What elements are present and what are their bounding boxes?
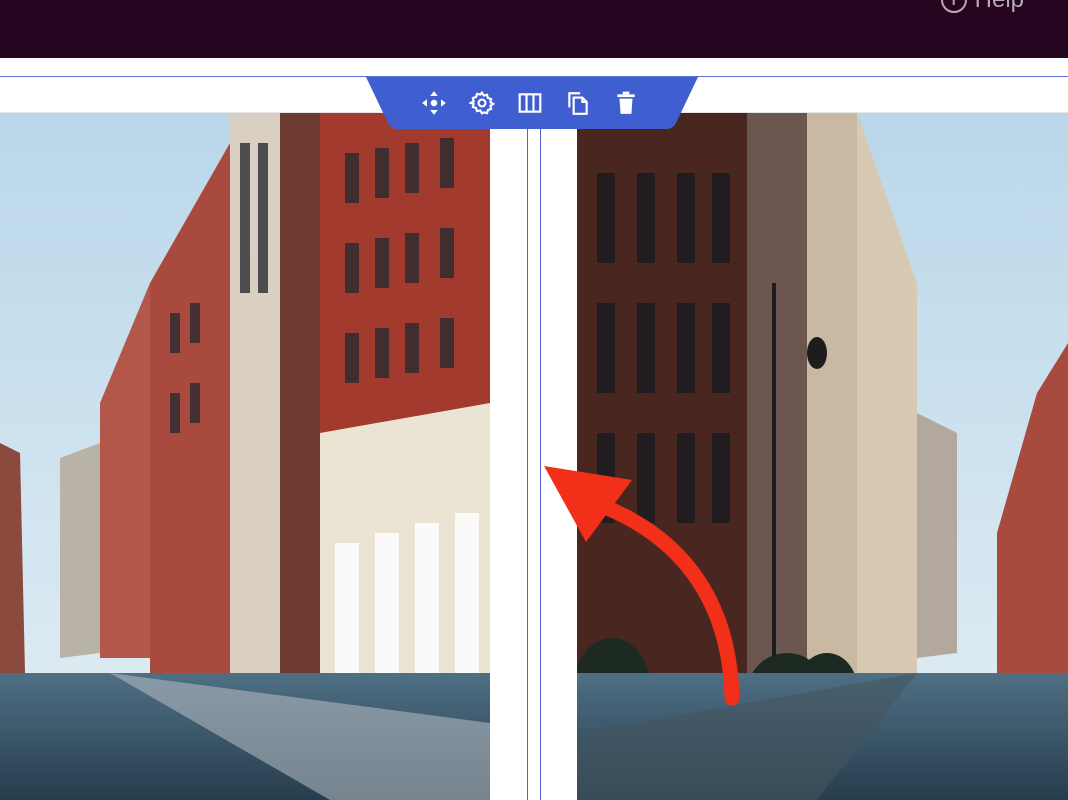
delete-button[interactable] — [610, 87, 642, 119]
column-guide-left — [527, 76, 528, 800]
help-link[interactable]: i Help — [940, 0, 1024, 14]
street-photo-left — [0, 113, 490, 800]
move-arrows-icon — [422, 91, 446, 115]
help-label: Help — [975, 0, 1024, 14]
columns-button[interactable] — [514, 87, 546, 119]
info-circle-icon: i — [940, 0, 967, 13]
settings-button[interactable] — [466, 87, 498, 119]
columns-icon — [518, 93, 542, 113]
trash-icon — [617, 91, 635, 114]
section-toolbar — [366, 77, 698, 129]
gear-icon — [469, 90, 495, 115]
copy-icon — [568, 92, 588, 115]
curved-arrow-icon — [544, 466, 740, 706]
top-header-bar: i Help — [0, 0, 1068, 58]
move-button[interactable] — [418, 87, 450, 119]
left-column-image[interactable] — [0, 113, 490, 800]
duplicate-button[interactable] — [562, 87, 594, 119]
